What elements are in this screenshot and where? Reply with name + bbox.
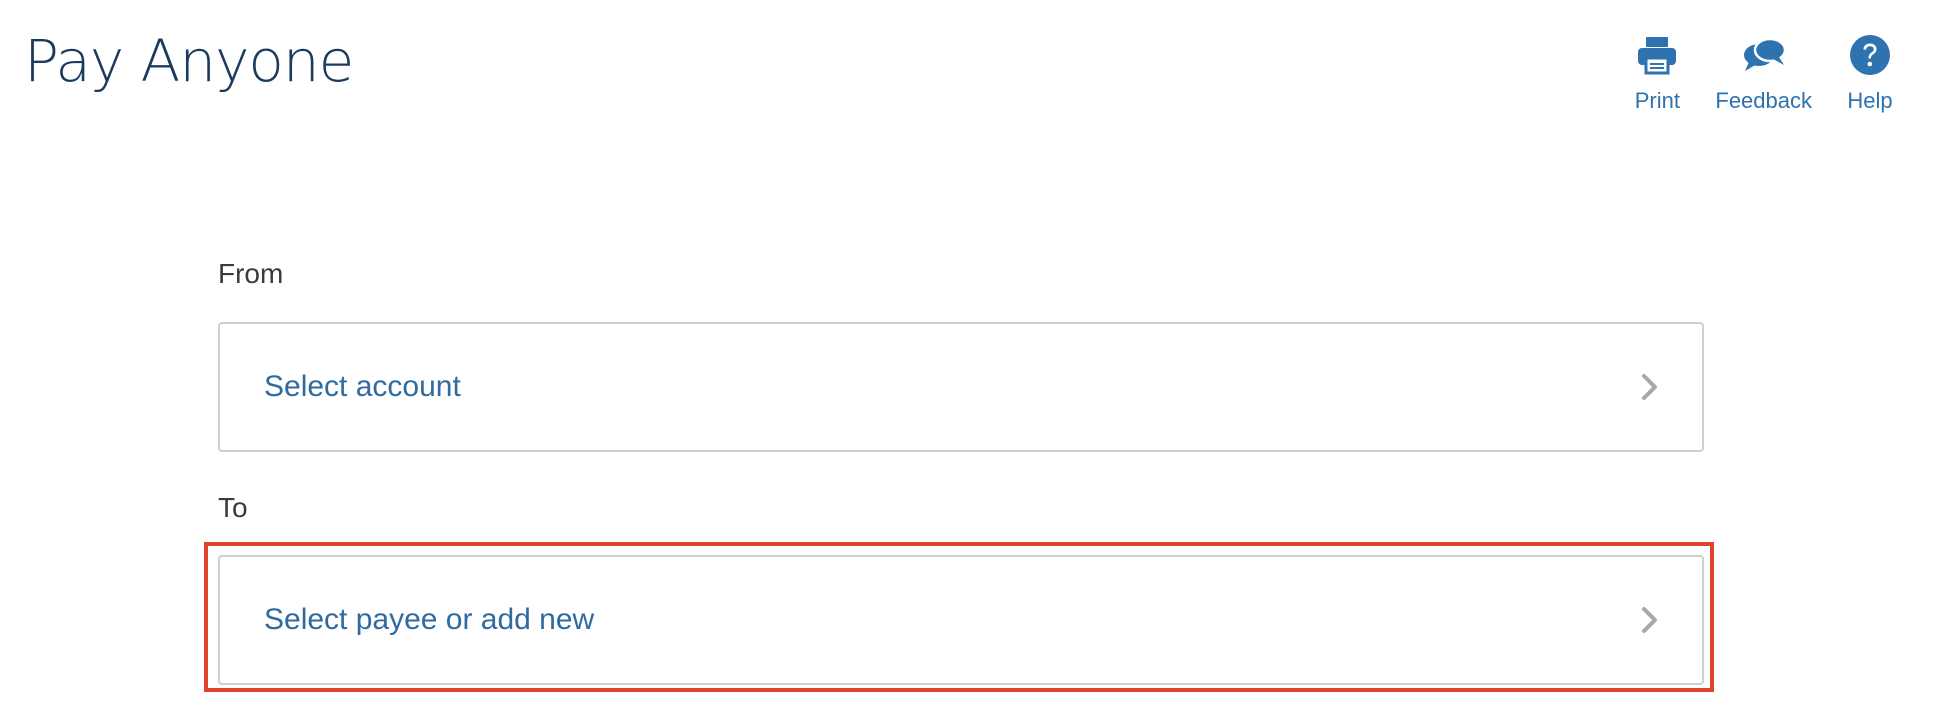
to-payee-selector[interactable]: Select payee or add new (218, 555, 1704, 685)
help-button[interactable]: Help (1846, 32, 1894, 114)
speech-bubbles-icon (1740, 32, 1788, 78)
from-account-text: Select account (264, 370, 461, 403)
feedback-button[interactable]: Feedback (1715, 32, 1812, 114)
pay-anyone-page: Pay Anyone Print Feedback Help From Sele… (0, 0, 1946, 720)
feedback-label: Feedback (1715, 88, 1812, 113)
printer-icon (1633, 32, 1681, 78)
from-account-selector[interactable]: Select account (218, 322, 1704, 452)
print-button[interactable]: Print (1633, 32, 1681, 114)
to-payee-text: Select payee or add new (264, 603, 595, 636)
toolbar: Print Feedback Help (1633, 32, 1894, 114)
chevron-right-icon (1638, 605, 1662, 635)
to-label: To (218, 492, 248, 523)
question-mark-icon (1846, 32, 1894, 78)
help-label: Help (1847, 88, 1893, 113)
page-title: Pay Anyone (24, 27, 354, 95)
chevron-right-icon (1638, 372, 1662, 402)
print-label: Print (1634, 88, 1680, 113)
from-label: From (218, 258, 284, 289)
